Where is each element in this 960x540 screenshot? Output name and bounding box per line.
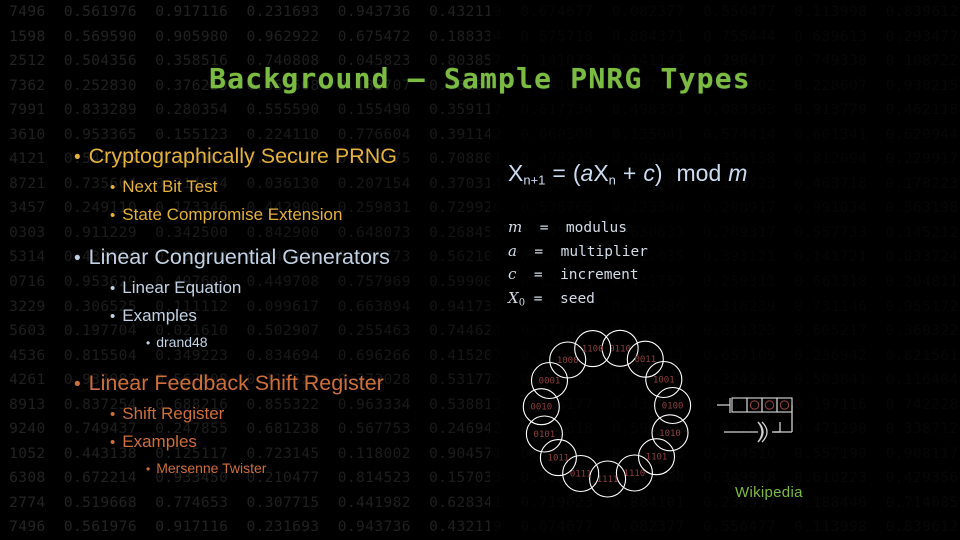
legend-meaning: modulus (565, 220, 627, 236)
outline-item-label: State Compromise Extension (122, 205, 343, 224)
formula-equals: = (552, 160, 566, 186)
lfsr-state-label: 0101 (534, 430, 556, 440)
legend-row-seed: X0 = seed (508, 287, 648, 315)
formula-modulus-m: m (728, 160, 748, 186)
legend-equals: = (516, 267, 561, 283)
outline-item-label: Examples (122, 432, 197, 451)
bullet-dot-icon: • (110, 179, 116, 196)
outline-item-label: drand48 (156, 334, 208, 350)
legend-equals: = (525, 290, 560, 307)
shift-register-cell (761, 397, 778, 413)
shift-register-cell (746, 397, 763, 413)
lfsr-state-label: 0111 (570, 470, 592, 480)
formula-x-subscript: n (608, 172, 616, 188)
lfsr-state-label: 1111 (597, 475, 619, 485)
outline-item-examples: • Examples (62, 302, 492, 330)
lfsr-state-label: 1110 (624, 469, 646, 479)
lfsr-ring-svg: 01100011 1001 0100 1010 11011110 1111 01111011… (522, 329, 692, 498)
bullet-dot-icon: • (146, 336, 151, 350)
outline-item-label: Next Bit Test (122, 177, 218, 196)
outline-item-next-bit-test: • Next Bit Test (62, 173, 492, 201)
legend-equals: = (516, 243, 561, 260)
shift-register-bit-marker (779, 400, 790, 410)
legend-meaning: multiplier (560, 243, 648, 260)
legend-symbol: m (508, 218, 523, 236)
lcg-formula: Xn+1 = (aXn + c) mod m (508, 160, 747, 188)
legend-row-modulus: m = modulus (508, 216, 648, 240)
outline-item-cryptographically-secure-prng: • Cryptographically Secure PRNG (62, 140, 492, 173)
formula-open-paren: ( (572, 160, 581, 186)
outline-item-linear-congruential-generators: • Linear Congruential Generators (62, 241, 492, 274)
lfsr-state-label: 1011 (548, 454, 570, 464)
outline-item-label: Examples (122, 306, 197, 325)
lfsr-state-label: 1001 (653, 376, 675, 386)
formula-mod: mod (676, 160, 722, 186)
shift-register-cell (776, 397, 793, 413)
outline-item-label: Linear Feedback Shift Register (88, 371, 384, 395)
outline-group-gap (62, 229, 492, 241)
lfsr-state-label: 1010 (659, 429, 681, 439)
bullet-dot-icon: • (110, 207, 116, 224)
shift-register-circuit-diagram (714, 392, 829, 458)
bullet-dot-icon: • (74, 147, 81, 168)
legend-symbol: X (508, 288, 519, 307)
outline-item-mersenne-twister: • Mersenne Twister (62, 456, 492, 481)
bullet-dot-icon: • (74, 248, 81, 269)
outline-item-linear-equation: • Linear Equation (62, 274, 492, 302)
bullet-dot-icon: • (110, 280, 116, 297)
image-credit: Wikipedia (735, 484, 803, 501)
legend-row-increment: c = increment (508, 263, 648, 287)
formula-increment-c: c (643, 160, 655, 186)
legend-equals: = (522, 220, 566, 236)
formula-legend: m = modulus a = multiplier c = increment X0… (508, 216, 648, 315)
outline-group-gap (62, 355, 492, 367)
outline-item-label: Linear Equation (122, 278, 242, 297)
formula-lhs-var: X (508, 160, 524, 186)
lfsr-state-label: 1000 (557, 356, 579, 366)
outline-item-label: Mersenne Twister (156, 460, 267, 476)
legend-meaning: seed (559, 290, 595, 307)
lfsr-state-label: 1101 (646, 453, 668, 463)
shift-register-bit-marker (764, 400, 775, 410)
outline-item-shift-register: • Shift Register (62, 400, 492, 428)
slide-canvas: 7496 0.561976 0.917116 0.231693 0.943736… (0, 0, 960, 540)
bullet-dot-icon: • (110, 434, 116, 451)
legend-meaning: increment (560, 267, 639, 283)
outline-item-examples: • Examples (62, 428, 492, 456)
shift-register-bit-marker (749, 400, 760, 410)
formula-lhs-subscript: n+1 (523, 172, 546, 188)
bullet-dot-icon: • (74, 374, 81, 395)
outline-item-label: Shift Register (122, 404, 225, 423)
outline-item-label: Linear Congruential Generators (88, 245, 390, 269)
legend-symbol: a (508, 241, 517, 260)
lfsr-state-label: 0011 (634, 355, 656, 365)
outline-item-drand48: • drand48 (62, 330, 492, 355)
lfsr-state-label: 0100 (662, 402, 684, 412)
outline-item-label: Cryptographically Secure PRNG (88, 144, 397, 168)
formula-close-paren: ) (654, 160, 663, 186)
lfsr-state-label: 0001 (539, 377, 561, 387)
lfsr-state-label: 0110 (609, 344, 631, 354)
lfsr-state-label: 0010 (530, 403, 552, 413)
lfsr-state-label: 1100 (582, 345, 604, 355)
outline-item-state-compromise-extension: • State Compromise Extension (62, 201, 492, 229)
shift-register-svg (717, 397, 793, 443)
formula-x: X (593, 160, 609, 186)
formula-coefficient-a: a (580, 160, 594, 186)
slide-title: Background – Sample PNRG Types (209, 62, 751, 95)
outline-item-linear-feedback-shift-register: • Linear Feedback Shift Register (62, 367, 492, 400)
outline-list: • Cryptographically Secure PRNG • Next Bit … (62, 140, 492, 481)
formula-plus: + (622, 160, 637, 186)
legend-row-multiplier: a = multiplier (508, 240, 648, 264)
lfsr-state-ring-diagram: 0110 0011 1001 0100 1010 1101 1110 1111 0111 1011… (505, 328, 710, 498)
shift-register-cell (731, 397, 748, 413)
bullet-dot-icon: • (146, 462, 151, 476)
bullet-dot-icon: • (110, 406, 116, 423)
bullet-dot-icon: • (110, 308, 116, 325)
